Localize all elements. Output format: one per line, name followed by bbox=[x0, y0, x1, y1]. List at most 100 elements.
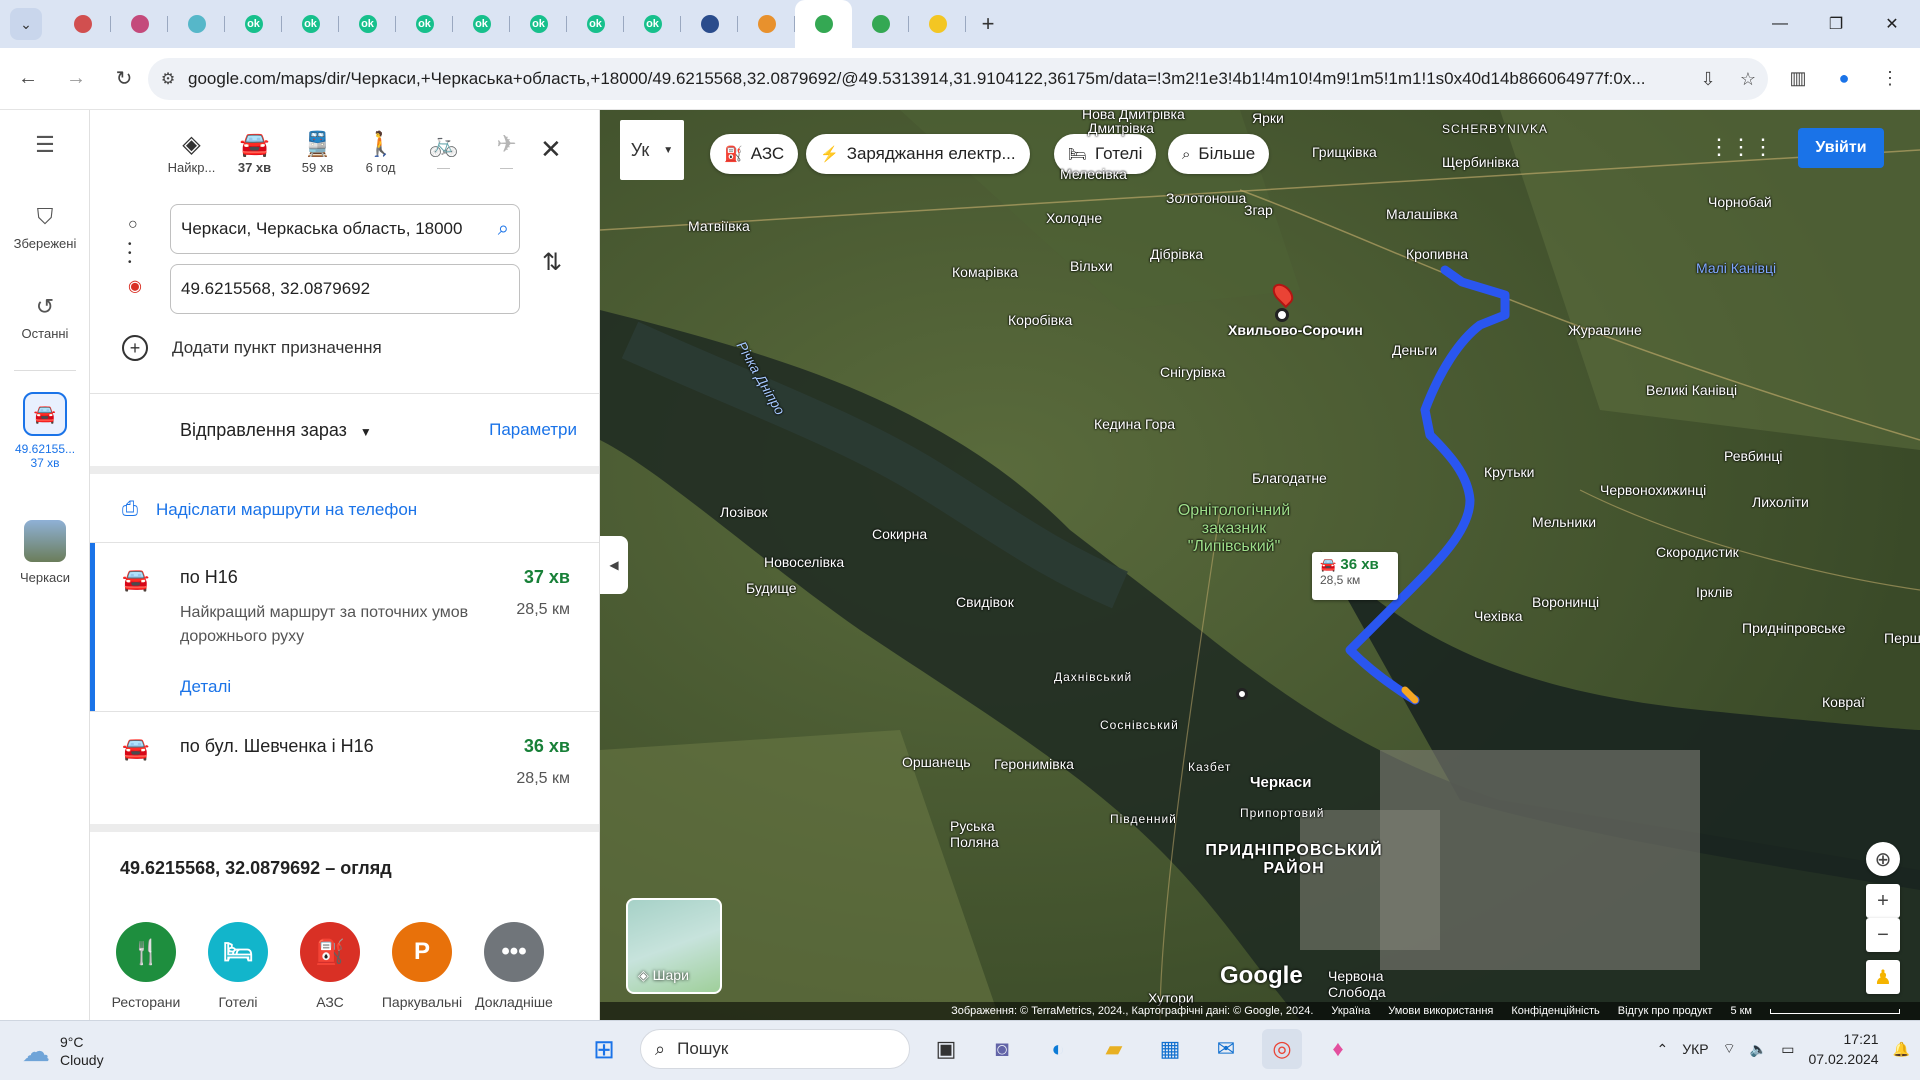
country-link[interactable]: Україна bbox=[1331, 1005, 1370, 1017]
recent-button[interactable]: ↺ Останні bbox=[0, 294, 90, 341]
travel-mode-bike[interactable]: 🚲 — bbox=[412, 130, 475, 175]
restore-button[interactable]: ❐ bbox=[1808, 0, 1864, 48]
app-flame-icon[interactable]: ♦ bbox=[1318, 1029, 1358, 1069]
browser-tab[interactable] bbox=[738, 0, 795, 48]
install-app-icon[interactable]: ⇩ bbox=[1688, 69, 1728, 90]
recent-place-cherkasy[interactable]: Черкаси bbox=[0, 520, 90, 585]
collapse-panel-button[interactable]: ◀ bbox=[600, 536, 628, 594]
zoom-out-button[interactable]: − bbox=[1866, 918, 1900, 952]
map-canvas[interactable]: Ук ▼ ⛽ АЗС ⚡ Заряджання електр... 🛏 Готелі … bbox=[600, 110, 1920, 1020]
apps-grid-icon[interactable]: ⋮⋮⋮ bbox=[1708, 134, 1774, 160]
file-explorer-icon[interactable]: ▰ bbox=[1094, 1029, 1134, 1069]
minimize-button[interactable]: — bbox=[1752, 0, 1808, 48]
travel-mode-transit[interactable]: 🚆 59 хв bbox=[286, 130, 349, 175]
search-icon[interactable]: ⌕ bbox=[498, 218, 509, 241]
close-directions-button[interactable]: ✕ bbox=[540, 134, 562, 165]
chrome-icon[interactable]: ◎ bbox=[1262, 1029, 1302, 1069]
my-location-button[interactable]: ⊕ bbox=[1866, 842, 1900, 876]
browser-tab[interactable]: ok bbox=[510, 0, 567, 48]
route-start-marker-icon[interactable] bbox=[1275, 308, 1289, 322]
category-restaurant[interactable]: 🍴 Ресторани bbox=[100, 922, 192, 1010]
side-panel-icon[interactable]: ▥ bbox=[1778, 58, 1818, 98]
browser-tab[interactable]: ok bbox=[567, 0, 624, 48]
input-tools-button[interactable]: Ук ▼ bbox=[620, 120, 684, 180]
category-more[interactable]: ••• Докладніше bbox=[468, 922, 560, 1010]
forward-button[interactable]: → bbox=[56, 59, 96, 99]
browser-tab[interactable] bbox=[111, 0, 168, 48]
send-to-phone-link[interactable]: ⎙ Надіслати маршрути на телефон bbox=[122, 498, 417, 521]
browser-tab[interactable]: ok bbox=[396, 0, 453, 48]
route-option-2[interactable]: 🚘 по бул. Шевченка і H16 36 хв 28,5 км bbox=[90, 712, 599, 824]
new-tab-button[interactable]: + bbox=[972, 8, 1004, 40]
taskbar-search[interactable]: ⌕ Пошук bbox=[640, 1029, 910, 1069]
show-hidden-icons-icon[interactable]: ⌃ bbox=[1657, 1041, 1669, 1058]
saved-button[interactable]: ⛉ Збережені bbox=[0, 204, 90, 251]
category-hotel[interactable]: 🛏 Готелі bbox=[192, 922, 284, 1010]
scale-label[interactable]: 5 км bbox=[1730, 1005, 1752, 1017]
destination-input[interactable]: 49.6215568, 32.0879692 bbox=[170, 264, 520, 314]
map-label: Ревбинці bbox=[1724, 448, 1783, 464]
reload-button[interactable]: ↻ bbox=[104, 59, 144, 99]
task-view-icon[interactable]: ▣ bbox=[926, 1029, 966, 1069]
notifications-icon[interactable]: 🔔 bbox=[1893, 1041, 1910, 1058]
travel-mode-best-route[interactable]: ◈ Найкр... bbox=[160, 130, 223, 175]
sign-in-button[interactable]: Увійти bbox=[1798, 128, 1884, 168]
close-window-button[interactable]: ✕ bbox=[1864, 0, 1920, 48]
browser-tab[interactable] bbox=[681, 0, 738, 48]
profile-icon[interactable]: ● bbox=[1824, 58, 1864, 98]
feedback-link[interactable]: Відгук про продукт bbox=[1618, 1005, 1713, 1017]
mail-icon[interactable]: ✉ bbox=[1206, 1029, 1246, 1069]
travel-mode-walk[interactable]: 🚶 6 год bbox=[349, 130, 412, 175]
depart-now-dropdown[interactable]: Відправлення зараз ▼ bbox=[180, 420, 372, 441]
address-bar[interactable]: ⚙ google.com/maps/dir/Черкаси,+Черкаська… bbox=[148, 58, 1768, 100]
browser-tab[interactable]: ok bbox=[453, 0, 510, 48]
pegman-button[interactable]: ♟ bbox=[1866, 960, 1900, 994]
url-text[interactable]: google.com/maps/dir/Черкаси,+Черкаська+о… bbox=[188, 69, 1688, 89]
route-time-callout[interactable]: 🚘 36 хв 28,5 км bbox=[1312, 552, 1398, 600]
options-link[interactable]: Параметри bbox=[489, 420, 577, 440]
start-button-windows-icon[interactable]: ⊞ bbox=[584, 1029, 624, 1069]
store-icon[interactable]: ▦ bbox=[1150, 1029, 1190, 1069]
origin-marker-icon[interactable] bbox=[1236, 688, 1248, 700]
current-route-button[interactable]: 🚘 49.62155... 37 хв bbox=[0, 392, 90, 470]
zoom-in-button[interactable]: + bbox=[1866, 884, 1900, 918]
browser-tab[interactable]: ok bbox=[339, 0, 396, 48]
back-button[interactable]: ← bbox=[8, 59, 48, 99]
battery-icon[interactable]: ▭ bbox=[1781, 1041, 1794, 1058]
privacy-link[interactable]: Конфіденційність bbox=[1511, 1005, 1599, 1017]
browser-tab[interactable]: ok bbox=[624, 0, 681, 48]
origin-input[interactable]: Черкаси, Черкаська область, 18000 ⌕ bbox=[170, 204, 520, 254]
browser-tab[interactable]: ok bbox=[282, 0, 339, 48]
terms-link[interactable]: Умови використання bbox=[1388, 1005, 1493, 1017]
edge-icon[interactable]: ◐ bbox=[1038, 1029, 1078, 1069]
travel-mode-plane[interactable]: ✈ — bbox=[475, 130, 538, 175]
input-language[interactable]: УКР bbox=[1682, 1041, 1708, 1057]
browser-tab[interactable] bbox=[852, 0, 909, 48]
add-destination-button[interactable]: + Додати пункт призначення bbox=[122, 335, 382, 361]
chat-icon[interactable]: ◙ bbox=[982, 1029, 1022, 1069]
category-parking[interactable]: P Паркувальні bbox=[376, 922, 468, 1010]
layers-button[interactable]: ◈ Шари bbox=[626, 898, 722, 994]
menu-button[interactable]: ☰ bbox=[0, 132, 90, 164]
browser-tab[interactable] bbox=[168, 0, 225, 48]
browser-tab[interactable] bbox=[909, 0, 966, 48]
volume-icon[interactable]: 🔈 bbox=[1750, 1041, 1767, 1058]
tab-search-button[interactable]: ⌄ bbox=[10, 8, 42, 40]
browser-tab[interactable]: ok bbox=[225, 0, 282, 48]
chip-ev-charging[interactable]: ⚡ Заряджання електр... bbox=[806, 134, 1030, 174]
route-details-link[interactable]: Деталі bbox=[180, 677, 231, 697]
category-gas-station[interactable]: ⛽ АЗС bbox=[284, 922, 376, 1010]
chip-more[interactable]: ⌕ Більше bbox=[1168, 134, 1270, 174]
browser-tab[interactable] bbox=[54, 0, 111, 48]
site-info-icon[interactable]: ⚙ bbox=[148, 69, 188, 89]
wifi-icon[interactable]: ⌔ bbox=[1723, 1040, 1736, 1058]
bookmark-star-icon[interactable]: ☆ bbox=[1728, 69, 1768, 90]
menu-kebab-icon[interactable]: ⋮ bbox=[1870, 58, 1910, 98]
swap-waypoints-button[interactable]: ⇅ bbox=[542, 248, 562, 277]
route-option-1[interactable]: 🚘 по H16 37 хв 28,5 км Найкращий маршрут… bbox=[90, 543, 599, 711]
travel-mode-car[interactable]: 🚘 37 хв bbox=[223, 130, 286, 175]
weather-widget[interactable]: ☁ 9°C Cloudy bbox=[22, 1033, 104, 1069]
clock[interactable]: 17:21 07.02.2024 bbox=[1808, 1029, 1878, 1069]
chip-gas[interactable]: ⛽ АЗС bbox=[710, 134, 799, 174]
browser-tab[interactable] bbox=[795, 0, 852, 48]
